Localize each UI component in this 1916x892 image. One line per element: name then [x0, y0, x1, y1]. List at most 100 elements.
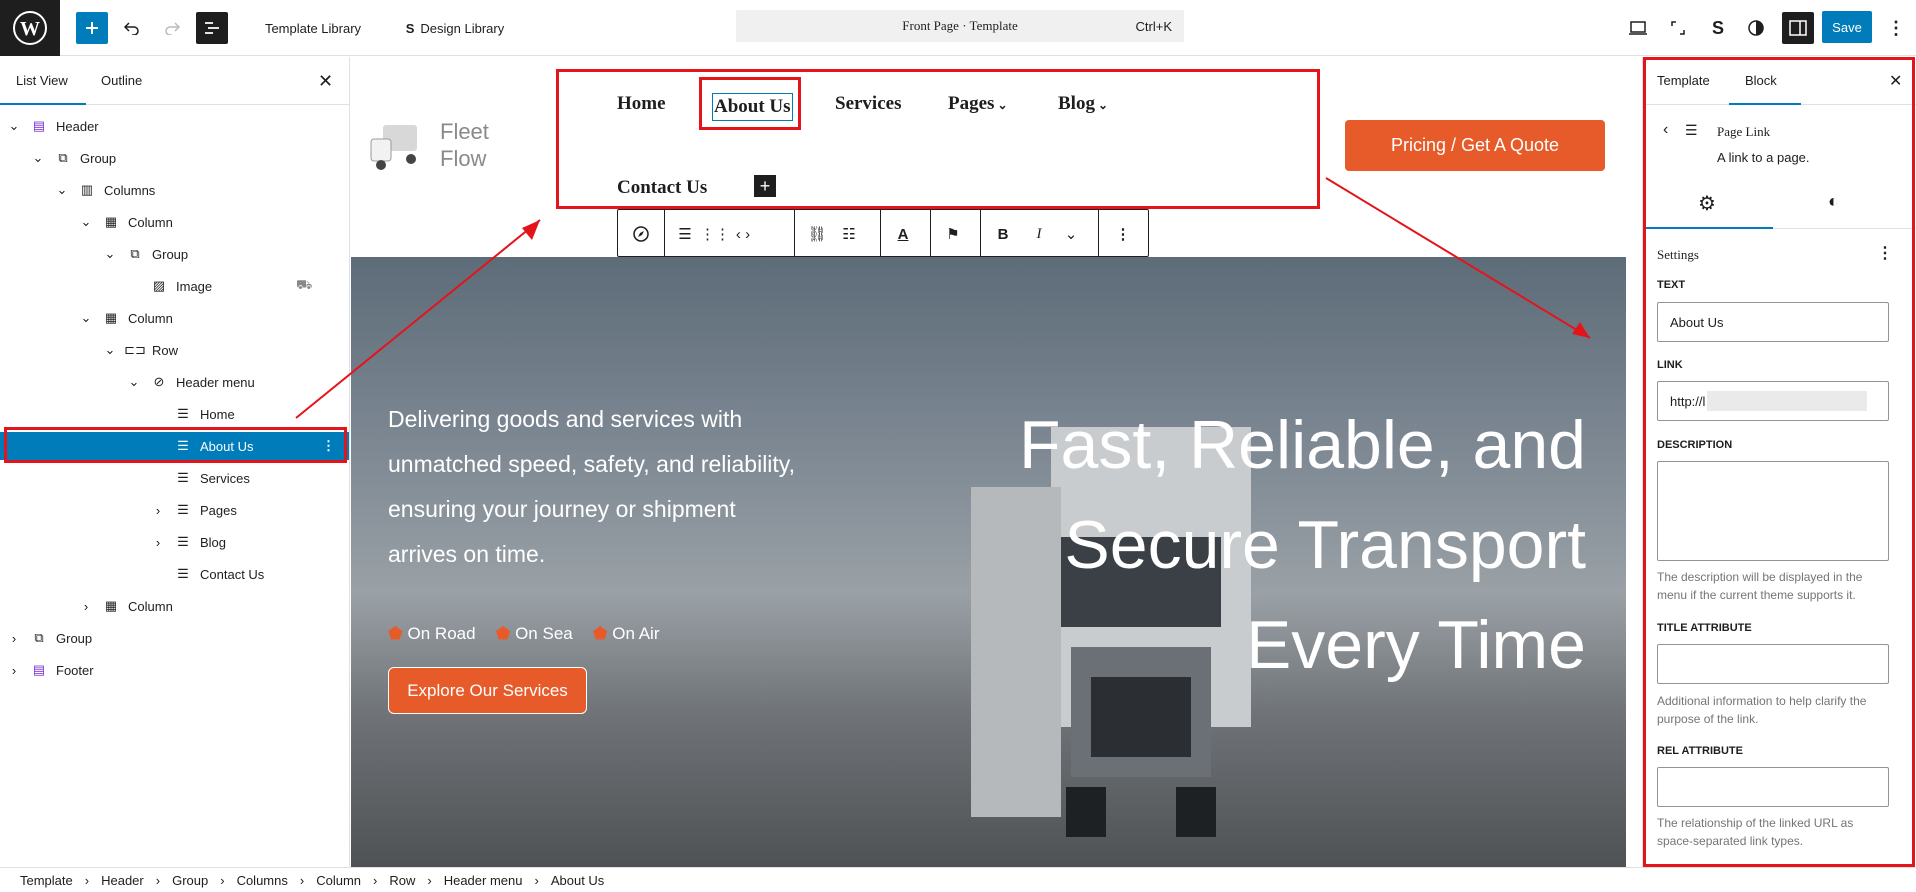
tree-item[interactable]: › ▦ Column — [0, 592, 349, 620]
rel-attribute-input[interactable] — [1657, 767, 1889, 807]
hero-headline[interactable]: Fast, Reliable, and Secure Transport Eve… — [1019, 395, 1586, 695]
nav-blog-label: Blog — [1058, 93, 1095, 114]
more-options-icon[interactable]: ⋮ — [1112, 223, 1134, 245]
text-color-icon[interactable]: A — [892, 223, 914, 245]
tree-item[interactable]: ☰ Contact Us — [0, 560, 349, 588]
chevron-down-icon[interactable]: ⌄ — [8, 118, 20, 133]
breadcrumb-item[interactable]: Template — [20, 873, 73, 888]
breadcrumb-item[interactable]: Row — [389, 873, 415, 888]
site-title-line-1[interactable]: Fleet — [440, 119, 489, 145]
tree-item[interactable]: › ☰ Pages — [0, 496, 349, 524]
save-button[interactable]: Save — [1822, 11, 1872, 43]
breadcrumb-item[interactable]: Group — [172, 873, 208, 888]
fullscreen-icon[interactable] — [1666, 12, 1690, 44]
drag-handle-icon[interactable]: ⋮⋮ — [700, 223, 730, 245]
tab-block[interactable]: Block — [1745, 73, 1777, 88]
back-chevron-icon[interactable]: ‹ — [1663, 121, 1668, 139]
template-library-button[interactable]: Template Library — [258, 12, 368, 44]
title-attribute-input[interactable] — [1657, 644, 1889, 684]
tree-item[interactable]: ☰ Home — [0, 400, 349, 428]
explore-services-button[interactable]: Explore Our Services — [388, 667, 587, 714]
tab-outline[interactable]: Outline — [101, 73, 142, 88]
nav-contact-us[interactable]: Contact Us — [617, 177, 707, 199]
breadcrumb-item[interactable]: Header menu — [444, 873, 523, 888]
chevron-down-icon[interactable]: ⌄ — [32, 150, 44, 165]
add-submenu-icon[interactable]: ☷ — [838, 223, 860, 245]
pricing-quote-button[interactable]: Pricing / Get A Quote — [1345, 120, 1605, 171]
chevron-right-icon[interactable]: › — [152, 503, 164, 518]
text-input[interactable]: About Us — [1657, 302, 1889, 342]
tree-item[interactable]: ⌄ ▤ Header — [0, 112, 349, 140]
undo-icon[interactable] — [120, 12, 144, 44]
chevron-down-icon[interactable]: ⌄ — [1060, 223, 1082, 245]
settings-sidebar-toggle-icon[interactable] — [1782, 12, 1814, 44]
tree-item[interactable]: ⌄ ▥ Columns — [0, 176, 349, 204]
tree-item[interactable]: ⌄ ▦ Column — [0, 208, 349, 236]
document-overview-button[interactable] — [196, 12, 228, 44]
desktop-view-icon[interactable] — [1626, 12, 1650, 44]
tree-item[interactable]: ▨ Image ⛟ — [0, 272, 349, 300]
add-block-button[interactable] — [76, 12, 108, 44]
chevron-down-icon[interactable]: ⌄ — [104, 246, 116, 261]
badge-list: ⬟ On Road ⬟ On Sea ⬟ On Air — [388, 624, 660, 644]
flag-icon[interactable]: ⚑ — [942, 223, 964, 245]
tree-item[interactable]: ⌄ ▦ Column — [0, 304, 349, 332]
nav-home[interactable]: Home — [617, 93, 666, 115]
close-icon[interactable]: ✕ — [1889, 71, 1902, 91]
tree-item[interactable]: › ☰ Blog — [0, 528, 349, 556]
site-logo[interactable] — [369, 115, 433, 175]
breadcrumb-item[interactable]: Columns — [237, 873, 288, 888]
hero-description[interactable]: Delivering goods and services with unmat… — [388, 397, 808, 577]
link-input[interactable]: http://l — [1657, 381, 1889, 421]
add-nav-item-button[interactable]: + — [754, 175, 776, 197]
breadcrumb-item[interactable]: Column — [316, 873, 361, 888]
breadcrumb-item[interactable]: Header — [101, 873, 144, 888]
command-palette-button[interactable]: Front Page · Template Ctrl+K — [736, 10, 1184, 42]
tree-item[interactable]: › ⧉ Group — [0, 624, 349, 652]
chevron-down-icon[interactable]: ⌄ — [80, 310, 92, 325]
style-plugin-icon[interactable]: S — [1706, 12, 1730, 44]
settings-options-icon[interactable]: ⋮ — [1877, 243, 1893, 263]
design-library-button[interactable]: S Design Library — [392, 12, 518, 44]
compass-icon[interactable] — [630, 223, 652, 245]
site-title-line-2[interactable]: Flow — [440, 146, 486, 172]
options-menu-icon[interactable]: ⋮ — [1884, 12, 1908, 44]
link-icon[interactable]: ⛓ — [806, 223, 828, 245]
editor-canvas[interactable]: Fleet Flow Home About Us Services Pages … — [351, 57, 1626, 867]
close-icon[interactable]: ✕ — [318, 71, 333, 92]
description-textarea[interactable] — [1657, 461, 1889, 561]
chevron-right-icon[interactable]: › — [8, 663, 20, 678]
hero-section[interactable]: Delivering goods and services with unmat… — [351, 257, 1626, 867]
tree-item[interactable]: ⌄ ⧉ Group — [0, 144, 349, 172]
template-part-icon: ▤ — [32, 662, 46, 677]
redo-icon[interactable] — [160, 12, 184, 44]
tree-item[interactable]: ⌄ ⧉ Group — [0, 240, 349, 268]
nav-pages[interactable]: Pages ⌄ — [948, 93, 1008, 115]
move-arrows-icon[interactable]: ‹ › — [732, 223, 754, 245]
tree-item[interactable]: ⌄ ⊘ Header menu — [0, 368, 349, 396]
chevron-down-icon[interactable]: ⌄ — [80, 214, 92, 229]
nav-about-us[interactable]: About Us — [712, 93, 793, 121]
tree-item[interactable]: ☰ Services — [0, 464, 349, 492]
italic-icon[interactable]: I — [1028, 223, 1050, 245]
wordpress-logo-icon[interactable]: W — [0, 0, 60, 56]
design-library-label: Design Library — [420, 20, 505, 36]
chevron-down-icon[interactable]: ⌄ — [128, 374, 140, 389]
chevron-right-icon[interactable]: › — [80, 599, 92, 614]
page-icon[interactable]: ☰ — [674, 223, 696, 245]
chevron-down-icon[interactable]: ⌄ — [56, 182, 68, 197]
styles-contrast-icon[interactable] — [1744, 12, 1768, 44]
bold-icon[interactable]: B — [992, 223, 1014, 245]
chevron-right-icon[interactable]: › — [152, 535, 164, 550]
tree-item[interactable]: › ▤ Footer — [0, 656, 349, 684]
tab-template[interactable]: Template — [1657, 73, 1710, 88]
nav-services[interactable]: Services — [835, 93, 901, 115]
gear-icon[interactable]: ⚙ — [1698, 191, 1716, 216]
tab-list-view[interactable]: List View — [16, 73, 68, 88]
chevron-right-icon[interactable]: › — [8, 631, 20, 646]
chevron-down-icon[interactable]: ⌄ — [104, 342, 116, 357]
tree-item[interactable]: ⌄ ⊏⊐ Row — [0, 336, 349, 364]
styles-contrast-icon[interactable]: ◐ — [1828, 191, 1839, 212]
nav-blog[interactable]: Blog ⌄ — [1058, 93, 1108, 115]
breadcrumb-item[interactable]: About Us — [551, 873, 604, 888]
